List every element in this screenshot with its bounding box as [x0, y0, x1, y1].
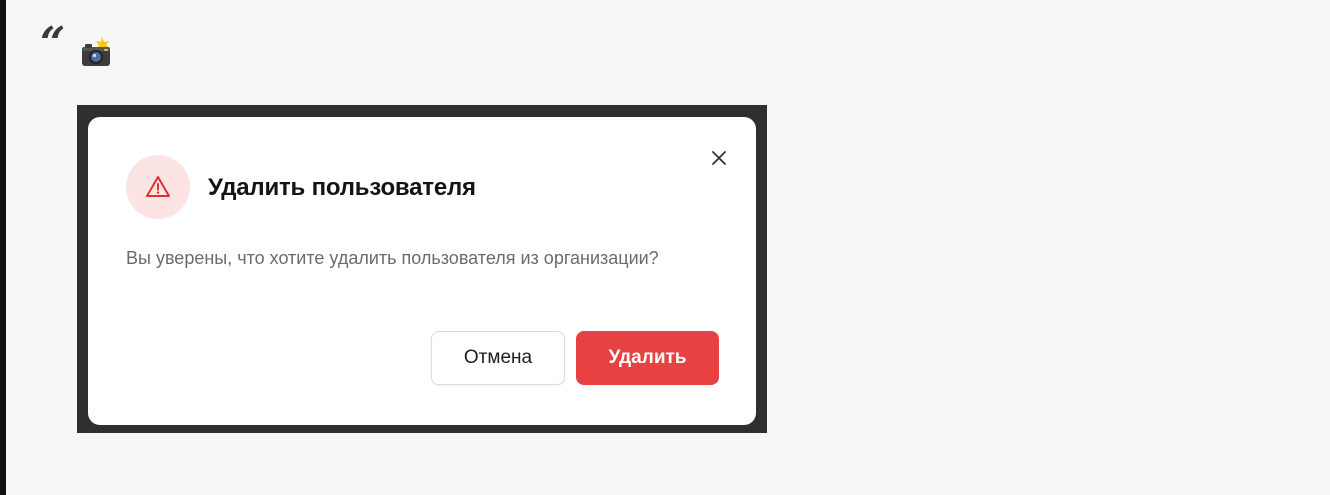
screenshot-frame: Удалить пользователя Вы уверены, что хот… — [77, 105, 767, 433]
delete-user-dialog: Удалить пользователя Вы уверены, что хот… — [88, 117, 756, 425]
dialog-message: Вы уверены, что хотите удалить пользоват… — [126, 248, 659, 268]
camera-flash-icon — [80, 36, 112, 68]
close-icon[interactable] — [708, 147, 730, 169]
warning-badge — [126, 155, 190, 219]
quote-mark: “ — [40, 18, 66, 69]
dialog-title: Удалить пользователя — [208, 174, 476, 201]
delete-button[interactable]: Удалить — [576, 331, 719, 385]
quote-left-border — [0, 0, 6, 495]
warning-triangle-icon — [146, 176, 170, 197]
cancel-button[interactable]: Отмена — [431, 331, 565, 385]
